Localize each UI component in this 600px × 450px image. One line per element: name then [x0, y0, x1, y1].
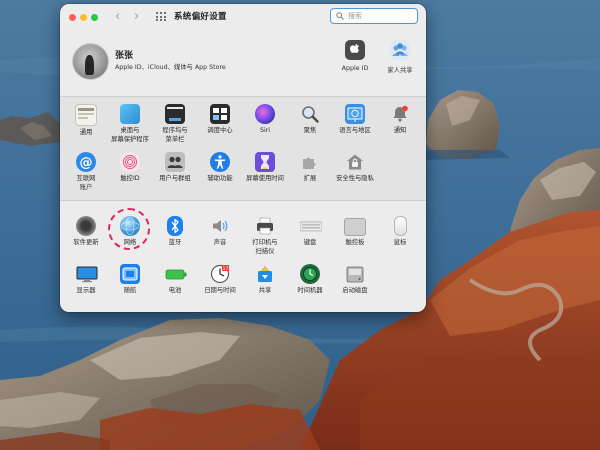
- zoom-window-button[interactable]: [91, 14, 98, 21]
- family-sharing-pane[interactable]: 家人共享: [380, 40, 420, 74]
- back-arrow-icon[interactable]: ‹: [115, 10, 120, 24]
- section-divider: [60, 200, 426, 201]
- startup-disk-icon: [345, 264, 365, 284]
- date-time-icon: 17: [210, 264, 230, 284]
- notifications-icon: [390, 104, 410, 124]
- sidecar-icon: [120, 264, 140, 284]
- pane-label: 安全性与隐私: [336, 175, 374, 182]
- displays-icon: [76, 264, 98, 284]
- general-icon: [75, 104, 97, 126]
- search-placeholder: 搜索: [348, 12, 362, 20]
- sharing-icon: [255, 264, 275, 284]
- mission-control-icon: [210, 104, 230, 124]
- search-field[interactable]: 搜索: [330, 8, 418, 24]
- accessibility-icon: [210, 152, 230, 172]
- window-title: 系统偏好设置: [174, 12, 227, 22]
- forward-arrow-icon[interactable]: ›: [134, 10, 139, 24]
- language-region-icon: [345, 104, 365, 124]
- printers-scanners-icon: [255, 216, 275, 236]
- pane-label-text: 程序坞与 菜单栏: [162, 127, 188, 143]
- users-groups-icon: [165, 152, 185, 172]
- sound-icon: [210, 216, 230, 236]
- pane-notifications[interactable]: 通知: [368, 104, 426, 136]
- touch-id-icon: [120, 152, 140, 172]
- bluetooth-icon: [167, 216, 183, 236]
- trackpad-icon: [344, 218, 366, 236]
- screen-time-icon: [255, 152, 275, 172]
- pane-mouse[interactable]: 鼠标: [368, 216, 426, 248]
- user-name[interactable]: 张张: [115, 48, 133, 61]
- spotlight-icon: [300, 104, 320, 124]
- pane-label: 启动磁盘: [342, 287, 368, 294]
- software-update-icon: [76, 216, 96, 236]
- apple-id-icon: [345, 40, 365, 60]
- time-machine-icon: [300, 264, 320, 284]
- extensions-icon: [300, 152, 320, 172]
- internet-accounts-icon: @: [76, 152, 96, 172]
- user-subtitle: Apple ID、iCloud、媒体与 App Store: [115, 64, 226, 71]
- account-section: 张张 Apple ID、iCloud、媒体与 App Store Apple I…: [60, 30, 426, 96]
- mouse-icon: [393, 216, 407, 236]
- close-window-button[interactable]: [69, 14, 76, 21]
- apple-id-label: Apple ID: [341, 65, 369, 72]
- siri-icon: [255, 104, 275, 124]
- desktop-screensaver-icon: [120, 104, 140, 124]
- security-privacy-icon: [345, 152, 365, 172]
- pane-label-text: 打印机与 扫描仪: [252, 239, 278, 255]
- search-icon: [336, 12, 344, 20]
- user-avatar[interactable]: [73, 44, 108, 79]
- pane-startup-disk[interactable]: 启动磁盘: [323, 264, 387, 296]
- pane-label: 通知: [393, 127, 407, 134]
- svg-text:@: @: [80, 156, 93, 171]
- battery-icon: [165, 264, 187, 284]
- network-highlight-circle: [108, 208, 150, 250]
- system-preferences-window: ‹ › 系统偏好设置 搜索 张张 Apple ID、iCloud、媒体与 App…: [60, 4, 426, 312]
- show-all-grid-icon[interactable]: [156, 12, 167, 21]
- keyboard-icon: [299, 216, 323, 236]
- pane-security-privacy[interactable]: 安全性与隐私: [323, 152, 387, 184]
- apple-id-pane[interactable]: Apple ID: [335, 40, 375, 72]
- dock-menubar-icon: [165, 104, 185, 124]
- svg-text:17: 17: [223, 266, 229, 272]
- window-titlebar: ‹ › 系统偏好设置 搜索: [60, 4, 426, 30]
- family-sharing-label: 家人共享: [387, 67, 413, 74]
- pane-label-text: 互联网 账户: [76, 175, 96, 191]
- minimize-window-button[interactable]: [80, 14, 87, 21]
- pane-label: 鼠标: [393, 239, 407, 246]
- family-sharing-icon: [390, 40, 410, 60]
